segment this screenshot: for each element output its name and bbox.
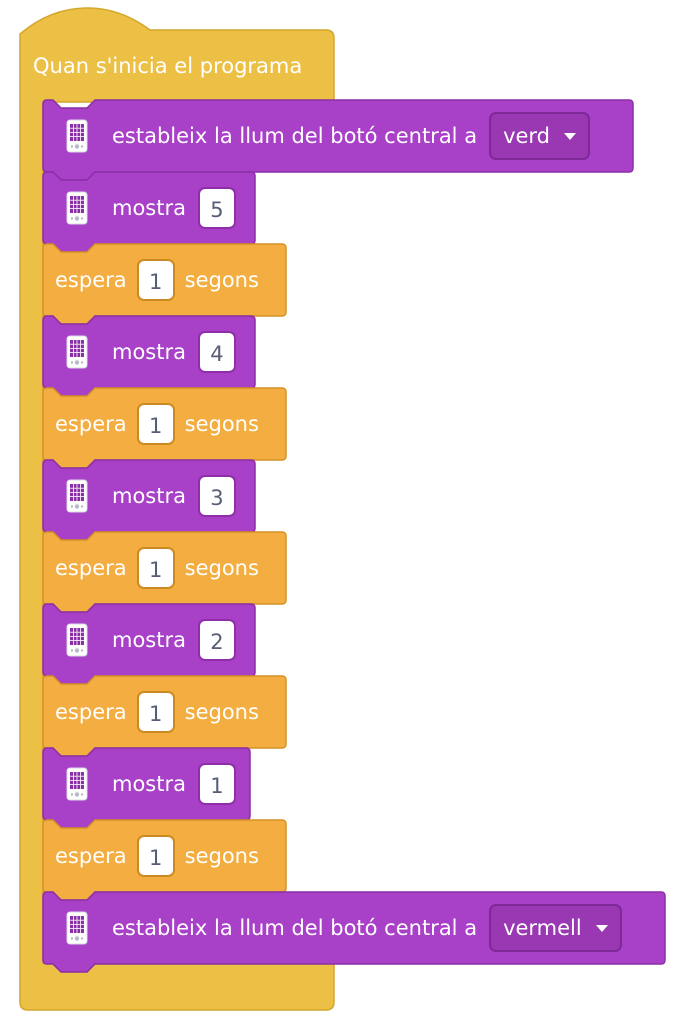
seconds-input[interactable]: 1 xyxy=(136,835,175,877)
number-input[interactable]: 5 xyxy=(197,187,236,229)
show-number-block[interactable]: mostra 2 xyxy=(42,603,256,685)
block-text: espera xyxy=(55,268,127,292)
seconds-input[interactable]: 1 xyxy=(136,691,175,733)
light-color-dropdown[interactable]: verd xyxy=(489,112,591,160)
block-text: espera xyxy=(55,700,127,724)
chevron-down-icon xyxy=(564,132,577,140)
block-text: mostra xyxy=(112,484,186,508)
number-input[interactable]: 2 xyxy=(197,619,236,661)
set-center-light-block[interactable]: estableix la llum del botó central a ver… xyxy=(42,99,634,181)
block-text: espera xyxy=(55,412,127,436)
device-icon-graphic xyxy=(66,623,88,657)
block-suffix: segons xyxy=(184,412,259,436)
hat-block-label: Quan s'inicia el programa xyxy=(33,54,303,78)
device-icon-graphic xyxy=(66,479,88,513)
device-icon xyxy=(66,479,88,513)
block-text: mostra xyxy=(112,628,186,652)
block-text: estableix la llum del botó central a xyxy=(112,124,478,148)
number-input[interactable]: 3 xyxy=(197,475,236,517)
device-icon xyxy=(66,767,88,801)
block-text: espera xyxy=(55,556,127,580)
device-icon xyxy=(66,911,88,945)
wait-seconds-block[interactable]: espera 1 segons xyxy=(42,531,287,613)
block-suffix: segons xyxy=(184,556,259,580)
block-text: mostra xyxy=(112,340,186,364)
device-icon-graphic xyxy=(66,335,88,369)
number-input[interactable]: 1 xyxy=(197,763,236,805)
set-center-light-block[interactable]: estableix la llum del botó central a ver… xyxy=(42,891,666,973)
dropdown-value: verd xyxy=(503,124,551,148)
device-icon xyxy=(66,191,88,225)
seconds-input[interactable]: 1 xyxy=(136,403,175,445)
block-text: estableix la llum del botó central a xyxy=(112,916,478,940)
wait-seconds-block[interactable]: espera 1 segons xyxy=(42,387,287,469)
chevron-down-icon xyxy=(595,924,608,932)
block-text: espera xyxy=(55,844,127,868)
device-icon-graphic xyxy=(66,191,88,225)
show-number-block[interactable]: mostra 5 xyxy=(42,171,256,253)
device-icon xyxy=(66,335,88,369)
light-color-dropdown[interactable]: vermell xyxy=(489,904,622,952)
show-number-block[interactable]: mostra 3 xyxy=(42,459,256,541)
seconds-input[interactable]: 1 xyxy=(136,547,175,589)
wait-seconds-block[interactable]: espera 1 segons xyxy=(42,243,287,325)
device-icon-graphic xyxy=(66,767,88,801)
number-input[interactable]: 4 xyxy=(197,331,236,373)
block-suffix: segons xyxy=(184,268,259,292)
device-icon xyxy=(66,119,88,153)
block-suffix: segons xyxy=(184,844,259,868)
block-text: mostra xyxy=(112,196,186,220)
wait-seconds-block[interactable]: espera 1 segons xyxy=(42,675,287,757)
show-number-block[interactable]: mostra 4 xyxy=(42,315,256,397)
block-text: mostra xyxy=(112,772,186,796)
device-icon-graphic xyxy=(66,911,88,945)
device-icon-graphic xyxy=(66,119,88,153)
seconds-input[interactable]: 1 xyxy=(136,259,175,301)
show-number-block[interactable]: mostra 1 xyxy=(42,747,251,829)
wait-seconds-block[interactable]: espera 1 segons xyxy=(42,819,287,901)
dropdown-value: vermell xyxy=(503,916,582,940)
device-icon xyxy=(66,623,88,657)
block-suffix: segons xyxy=(184,700,259,724)
